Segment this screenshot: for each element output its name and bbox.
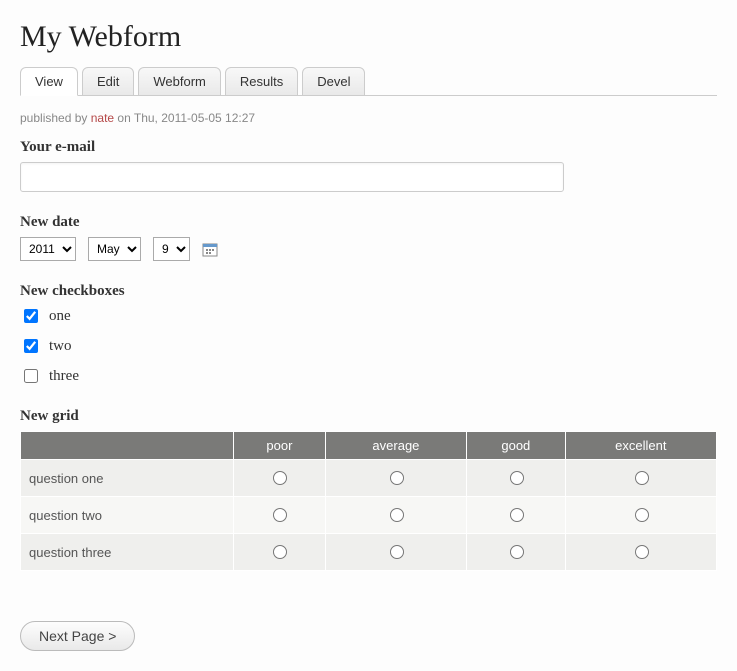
table-row: question two (21, 497, 717, 534)
page-title: My Webform (20, 20, 717, 54)
tab-devel[interactable]: Devel (302, 67, 365, 96)
checkbox-label: two (49, 338, 72, 355)
grid-radio[interactable] (635, 471, 649, 485)
grid-table: poor average good excellent question one… (20, 431, 717, 571)
grid-radio[interactable] (510, 545, 524, 559)
grid-label: New grid (20, 408, 717, 425)
grid-radio[interactable] (390, 545, 404, 559)
grid-row-label: question one (21, 460, 234, 497)
date-day-select[interactable]: 9 (153, 237, 190, 261)
grid-row-label: question three (21, 534, 234, 571)
checkbox-three[interactable] (24, 369, 38, 383)
tab-view[interactable]: View (20, 67, 78, 96)
date-month-select[interactable]: May (88, 237, 141, 261)
tab-webform[interactable]: Webform (138, 67, 221, 96)
tabs: View Edit Webform Results Devel (20, 66, 717, 96)
checkbox-label: one (49, 308, 71, 325)
grid-radio[interactable] (635, 508, 649, 522)
publish-meta: published by nate on Thu, 2011-05-05 12:… (20, 111, 717, 125)
email-input[interactable] (20, 162, 564, 192)
calendar-icon[interactable] (202, 241, 218, 257)
table-row: question one (21, 460, 717, 497)
grid-radio[interactable] (510, 471, 524, 485)
date-label: New date (20, 214, 717, 231)
meta-suffix: on Thu, 2011-05-05 12:27 (114, 111, 255, 125)
checkbox-item-three[interactable]: three (20, 366, 717, 386)
email-label: Your e-mail (20, 139, 717, 156)
checkboxes-label: New checkboxes (20, 283, 717, 300)
grid-header: average (325, 432, 466, 460)
grid-header-empty (21, 432, 234, 460)
date-year-select[interactable]: 2011 (20, 237, 76, 261)
grid-row-label: question two (21, 497, 234, 534)
grid-header: excellent (565, 432, 716, 460)
meta-prefix: published by (20, 111, 91, 125)
checkbox-item-two[interactable]: two (20, 336, 717, 356)
checkboxes-wrapper: New checkboxes one two three (20, 283, 717, 386)
grid-radio[interactable] (273, 471, 287, 485)
date-field-wrapper: New date 2011 May 9 (20, 214, 717, 261)
tab-edit[interactable]: Edit (82, 67, 134, 96)
grid-header: good (467, 432, 566, 460)
table-row: question three (21, 534, 717, 571)
checkbox-label: three (49, 368, 79, 385)
grid-radio[interactable] (273, 508, 287, 522)
author-link[interactable]: nate (91, 111, 114, 125)
grid-radio[interactable] (510, 508, 524, 522)
tab-results[interactable]: Results (225, 67, 298, 96)
next-page-button[interactable]: Next Page > (20, 621, 135, 651)
checkbox-item-one[interactable]: one (20, 306, 717, 326)
grid-radio[interactable] (390, 471, 404, 485)
grid-radio[interactable] (390, 508, 404, 522)
email-field-wrapper: Your e-mail (20, 139, 717, 192)
grid-header: poor (234, 432, 326, 460)
grid-wrapper: New grid poor average good excellent que… (20, 408, 717, 571)
grid-radio[interactable] (273, 545, 287, 559)
grid-radio[interactable] (635, 545, 649, 559)
checkbox-one[interactable] (24, 309, 38, 323)
checkbox-two[interactable] (24, 339, 38, 353)
